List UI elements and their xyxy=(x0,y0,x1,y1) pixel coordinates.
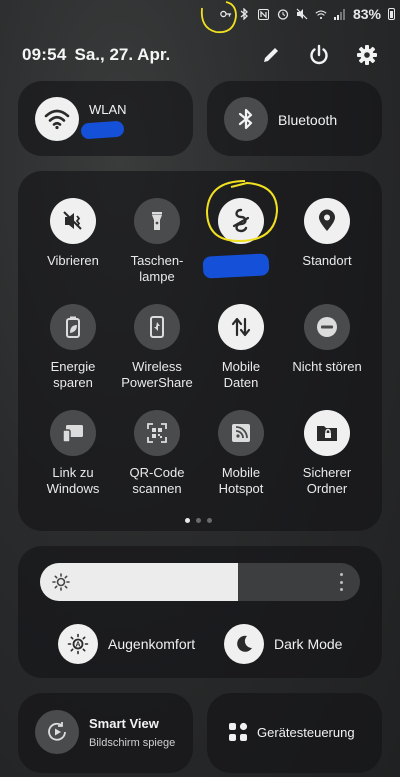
tile-label: Wireless PowerShare xyxy=(121,359,193,390)
wifi-icon xyxy=(315,8,327,20)
header-actions xyxy=(260,44,378,66)
tile-label: Link zu Windows xyxy=(46,465,100,496)
tile-do-not-disturb[interactable]: Nicht stören xyxy=(282,304,372,375)
tile-label: Mobile Daten xyxy=(221,359,261,390)
tile-mobile-data[interactable]: Mobile Daten xyxy=(196,304,286,391)
wifi-icon[interactable] xyxy=(35,97,79,141)
data-arrows-icon[interactable] xyxy=(218,304,264,350)
dnd-icon[interactable] xyxy=(304,304,350,350)
bluetooth-toggle-card[interactable]: Bluetooth xyxy=(207,81,382,156)
redaction-scribble xyxy=(80,120,125,140)
date: Sa., 27. Apr. xyxy=(74,45,171,64)
tile-hotspot[interactable]: Mobile Hotspot xyxy=(196,410,286,497)
dark-mode-button[interactable]: Dark Mode xyxy=(224,624,342,664)
bluetooth-icon[interactable] xyxy=(224,97,268,141)
smart-view-subtitle: Bildschirm spiege xyxy=(89,737,176,749)
redaction-scribble xyxy=(202,253,270,279)
battery-leaf-icon[interactable] xyxy=(50,304,96,350)
tile-label: Mobile Hotspot xyxy=(218,465,264,496)
battery-percentage: 83% xyxy=(352,6,381,22)
sun-icon xyxy=(52,573,70,591)
brightness-card: A Augenkomfort Dark Mode xyxy=(18,546,382,678)
tile-secure-folder[interactable]: Sicherer Ordner xyxy=(282,410,372,497)
nfc-icon xyxy=(258,8,270,20)
battery-icon xyxy=(388,8,395,20)
more-options-icon[interactable] xyxy=(338,573,344,591)
tile-power-saving[interactable]: Energie sparen xyxy=(28,304,118,391)
mute-icon xyxy=(296,8,308,20)
tile-wireless-powershare[interactable]: Wireless PowerShare xyxy=(112,304,202,391)
qr-scan-icon[interactable] xyxy=(134,410,180,456)
wifi-label: WLAN xyxy=(89,102,127,117)
tile-link-windows[interactable]: Link zu Windows xyxy=(28,410,118,497)
link-windows-icon[interactable] xyxy=(50,410,96,456)
page-dot xyxy=(185,518,190,523)
bluetooth-label: Bluetooth xyxy=(278,112,338,128)
tile-label: Taschen- lampe xyxy=(130,253,184,284)
tile-label: QR-Code scannen xyxy=(129,465,185,496)
hotspot-icon[interactable] xyxy=(218,410,264,456)
smart-view-title: Smart View xyxy=(89,716,159,731)
wireless-powershare-icon[interactable] xyxy=(134,304,180,350)
smart-view-icon xyxy=(35,710,79,754)
tile-label: Nicht stören xyxy=(292,359,362,374)
tile-label: Vibrieren xyxy=(47,253,99,268)
wifi-toggle-card[interactable]: WLAN xyxy=(18,81,193,156)
tile-label: Energie sparen xyxy=(50,359,96,390)
signal-icon xyxy=(333,8,346,20)
device-control-card[interactable]: Gerätesteuerung xyxy=(207,693,382,773)
annotation-circle xyxy=(205,180,279,243)
quick-panel-header: 09:54 Sa., 27. Apr. xyxy=(22,40,378,70)
tile-location[interactable]: Standort xyxy=(282,198,372,269)
tile-label: Sicherer Ordner xyxy=(302,465,352,496)
settings-gear-icon[interactable] xyxy=(356,44,378,66)
power-icon[interactable] xyxy=(308,44,330,66)
svg-text:A: A xyxy=(75,642,80,649)
alarm-icon xyxy=(277,8,289,20)
eye-comfort-label: Augenkomfort xyxy=(108,636,196,652)
page-indicator[interactable] xyxy=(185,518,212,523)
eye-comfort-button[interactable]: A Augenkomfort xyxy=(58,624,195,664)
clock: 09:54 xyxy=(22,45,67,64)
secure-folder-icon[interactable] xyxy=(304,410,350,456)
edit-pencil-icon[interactable] xyxy=(260,44,282,66)
tile-vibrate[interactable]: Vibrieren xyxy=(28,198,118,269)
annotation-circle xyxy=(200,1,237,34)
moon-icon xyxy=(224,624,264,664)
dark-mode-label: Dark Mode xyxy=(274,636,343,652)
vibrate-icon[interactable] xyxy=(50,198,96,244)
device-control-label: Gerätesteuerung xyxy=(257,725,355,740)
page-dot xyxy=(207,518,212,523)
location-pin-icon[interactable] xyxy=(304,198,350,244)
eye-comfort-icon: A xyxy=(58,624,98,664)
smart-view-card[interactable]: Smart View Bildschirm spiege xyxy=(18,693,193,773)
page-dot xyxy=(196,518,201,523)
quick-settings-grid: Vibrieren Taschen- lampe Standort Energi… xyxy=(18,171,382,531)
flashlight-icon[interactable] xyxy=(134,198,180,244)
tile-flashlight[interactable]: Taschen- lampe xyxy=(112,198,202,285)
device-grid-icon xyxy=(228,722,248,742)
tile-label: Standort xyxy=(302,253,352,268)
brightness-slider[interactable] xyxy=(40,563,360,601)
tile-qr-scan[interactable]: QR-Code scannen xyxy=(112,410,202,497)
